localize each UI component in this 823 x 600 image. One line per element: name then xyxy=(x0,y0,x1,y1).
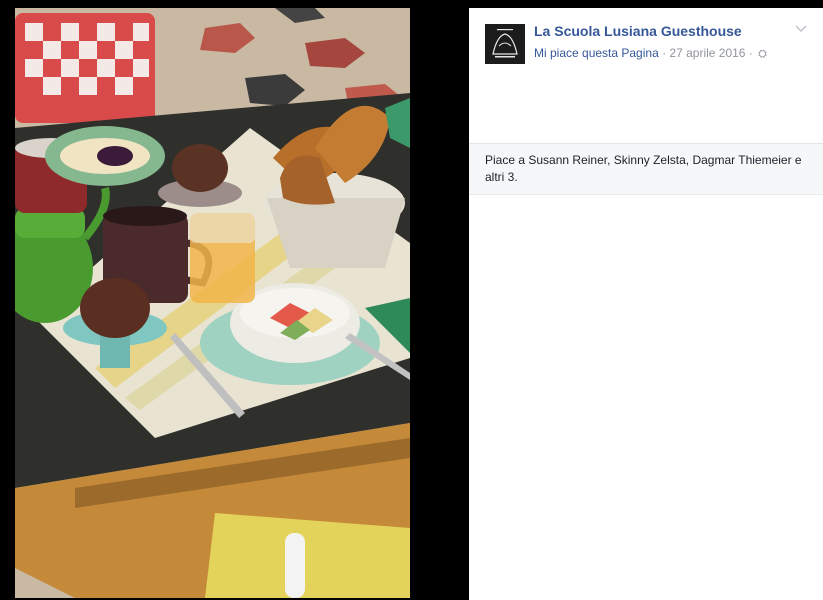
meta-separator: · xyxy=(745,46,757,60)
post-header: La Scuola Lusiana Guesthouse Mi piace qu… xyxy=(469,8,823,144)
globe-icon: ⛭ xyxy=(758,48,767,60)
meta-separator: · xyxy=(658,46,670,60)
photo-viewer xyxy=(0,0,469,600)
page-avatar[interactable] xyxy=(485,24,525,64)
post-sidebar: La Scuola Lusiana Guesthouse Mi piace qu… xyxy=(469,8,823,600)
logo-icon xyxy=(485,24,525,64)
post-photo[interactable] xyxy=(15,8,410,598)
chevron-down-icon[interactable] xyxy=(795,24,807,34)
likes-summary: Piace a Susann Reiner, Skinny Zelsta, Da… xyxy=(469,144,823,195)
post-meta: Mi piace questa Pagina · 27 aprile 2016 … xyxy=(534,46,767,61)
post-date[interactable]: 27 aprile 2016 xyxy=(669,46,745,60)
likes-text[interactable]: Piace a Susann Reiner, Skinny Zelsta, Da… xyxy=(485,153,802,184)
breakfast-photo-illustration xyxy=(15,8,410,598)
like-page-link[interactable]: Mi piace questa Pagina xyxy=(534,46,659,60)
page-name-link[interactable]: La Scuola Lusiana Guesthouse xyxy=(534,23,742,39)
